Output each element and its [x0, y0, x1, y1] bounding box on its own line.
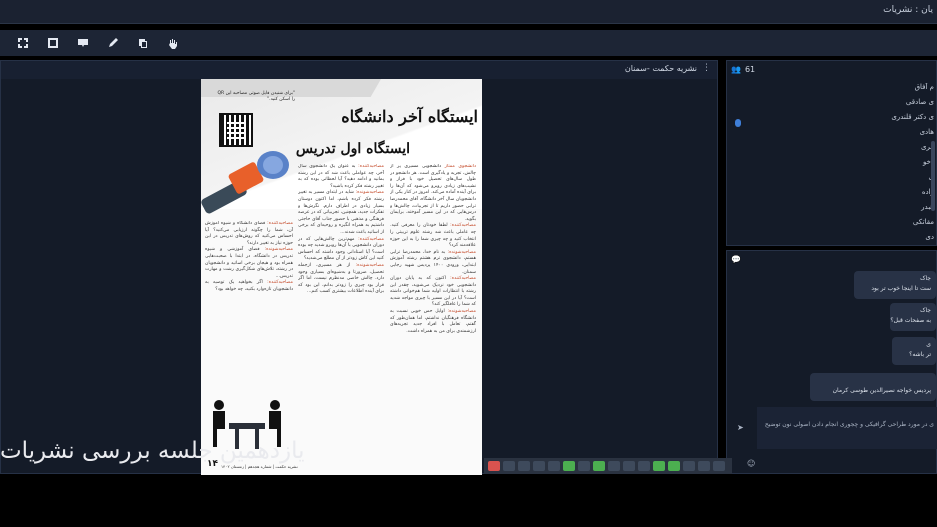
window-title: یان : نشریات [883, 5, 933, 15]
participant-item[interactable]: ی صادقی [814, 98, 934, 113]
participant-list: م آفاق ی صادقی ی دکتر قلندری هادی غری دخ… [814, 83, 934, 248]
document-page: "برای شنیدن فایل صوتی مصاحبه این QR را ا… [201, 79, 482, 475]
participant-item[interactable]: م آفاق [814, 83, 934, 98]
mic-indicator-icon [735, 119, 741, 127]
chat-message: جاک ست تا اینجا خوب تر بود [854, 271, 936, 299]
headline-primary: ایستگاه آخر دانشگاه [341, 107, 478, 126]
chat-message-text: پردیس خواجه نصیرالدین طوسی کرمان [832, 387, 931, 394]
pen-icon[interactable] [104, 34, 122, 52]
presenter-taskbar [484, 458, 732, 474]
chat-panel: 💬 جاک ست تا اینجا خوب تر بود جاک به صفحا… [726, 250, 937, 474]
participant-item[interactable]: هادی [814, 128, 934, 143]
participant-count: 61 [744, 65, 756, 74]
slot-icon[interactable] [518, 461, 530, 471]
share-icon[interactable] [653, 461, 665, 471]
expand-icon[interactable] [44, 34, 62, 52]
document-viewer: نشریه حکمت -سمنان ⋮ "برای شنیدن فایل صوت… [0, 60, 718, 475]
qr-code [219, 113, 253, 147]
chat-message-author: جاک [920, 307, 931, 314]
participant-item[interactable]: دی [814, 233, 934, 248]
chat-message: پردیس خواجه نصیرالدین طوسی کرمان [810, 373, 936, 401]
presentation-toolbar [0, 30, 937, 56]
emoji-icon[interactable]: ☺ [747, 459, 755, 468]
slot-icon[interactable] [713, 461, 725, 471]
letterbox-bar [0, 476, 937, 527]
chat-input[interactable]: ی در مورد طراحی گرافیکی و چجوری انجام دا… [757, 407, 937, 449]
send-icon[interactable]: ➤ [737, 423, 744, 432]
title-bar: یان : نشریات [0, 0, 937, 24]
participant-item[interactable]: ی دکتر قلندری [814, 113, 934, 128]
participant-item[interactable]: زاده [814, 188, 934, 203]
camera-icon[interactable] [593, 461, 605, 471]
document-title: نشریه حکمت -سمنان [624, 64, 697, 73]
slot-icon[interactable] [623, 461, 635, 471]
article-column-middle: مصاحبه‌کننده: به عنوان یک دانشجوی سال آخ… [298, 164, 384, 295]
participant-item[interactable]: غری [814, 143, 934, 158]
slot-icon[interactable] [683, 461, 695, 471]
present-icon[interactable] [74, 34, 92, 52]
chat-message-author: جاک [920, 275, 931, 282]
headline-secondary: ایستگاه اول تدریس [295, 141, 410, 157]
participant-item[interactable]: هبدر [814, 203, 934, 218]
chat-message-author: ی [926, 341, 931, 348]
microphone-illustration [201, 151, 289, 214]
copy-icon[interactable] [134, 34, 152, 52]
slot-icon[interactable] [638, 461, 650, 471]
chat-icon: 💬 [731, 255, 741, 264]
article-column-left: مصاحبه‌کننده: فضای دانشگاه و شیوه آموزش … [205, 221, 293, 292]
participant-item[interactable]: مقاتکی [814, 218, 934, 233]
chat-message: جاک به صفحات قبل؟ [890, 303, 936, 331]
slot-icon[interactable] [533, 461, 545, 471]
slot-icon[interactable] [503, 461, 515, 471]
chat-message-text: به صفحات قبل؟ [890, 317, 931, 324]
participant-item[interactable]: ی [814, 173, 934, 188]
fit-icon[interactable] [14, 34, 32, 52]
slot-icon[interactable] [698, 461, 710, 471]
article-column-right: دانشجوی ممتاز دانشجویی مسیری پر از چالش،… [390, 164, 476, 334]
slot-icon[interactable] [608, 461, 620, 471]
document-header: نشریه حکمت -سمنان ⋮ [1, 61, 717, 79]
participants-scrollbar[interactable] [931, 141, 935, 211]
record-icon[interactable] [488, 461, 500, 471]
mic-icon[interactable] [563, 461, 575, 471]
video-caption: یازدهمین جلسه بررسی نشریات [0, 438, 305, 464]
share-icon[interactable] [668, 461, 680, 471]
hand-icon[interactable] [164, 34, 182, 52]
chat-message-text: ست تا اینجا خوب تر بود [871, 285, 931, 292]
participant-item[interactable]: دخو [814, 158, 934, 173]
more-options-icon[interactable]: ⋮ [702, 63, 711, 73]
participants-panel: 👥 61 م آفاق ی صادقی ی دکتر قلندری هادی غ… [726, 60, 937, 246]
qr-caption: "برای شنیدن فایل صوتی مصاحبه این QR را ا… [217, 91, 295, 102]
slot-icon[interactable] [548, 461, 560, 471]
chat-message: ی تر باشه؟ [892, 337, 936, 365]
issue-label: نشریه حکمت | شماره هجدهم | زمستان ۱۴۰۲ [221, 464, 298, 469]
participants-header: 👥 61 [731, 65, 755, 74]
chat-message-text: تر باشه؟ [909, 351, 931, 358]
users-icon: 👥 [731, 65, 741, 74]
slot-icon[interactable] [578, 461, 590, 471]
